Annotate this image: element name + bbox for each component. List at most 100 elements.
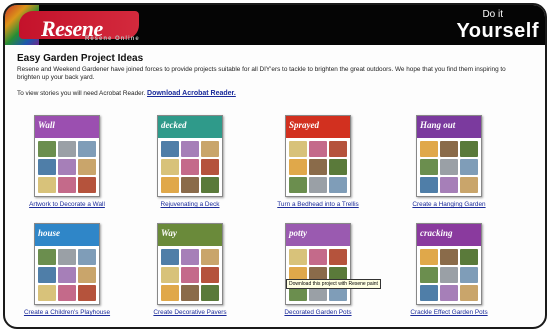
cover-photo-tile [181,141,199,157]
cover-photo-tile [161,249,179,265]
cover-photo-tile [289,159,307,175]
cover-photo-tile [161,141,179,157]
tooltip: Download this project with Resene paint [286,279,381,289]
cover-photo-tile [58,177,76,193]
project-card[interactable]: house Create a Children's Playhouse [17,223,117,316]
cover-title: house [38,228,61,238]
cover-title: Sprayed [289,120,319,130]
cover-title: Way [161,228,177,238]
acrobat-note: To view stories you will need Acrobat Re… [17,90,537,97]
project-card[interactable]: potty Decorated Garden Pots Download thi… [268,223,381,316]
project-card[interactable]: decked Rejuvenating a Deck [140,115,240,208]
download-acrobat-link[interactable]: Download Acrobat Reader. [147,90,236,97]
cover-title: cracking [420,228,453,238]
cover-photo-tile [181,177,199,193]
cover-photo-tile [309,141,327,157]
cover-photos [289,249,347,301]
project-cover-image[interactable]: cracking [416,223,482,305]
project-link[interactable]: Artwork to Decorate a Wall [17,201,117,208]
cover-title: potty [289,228,307,238]
cover-photo-tile [329,249,347,265]
cover-photo-tile [78,285,96,301]
cover-photo-tile [440,267,458,283]
cover-photo-tile [420,159,438,175]
project-card[interactable]: Hang out Create a Hanging Garden [399,115,499,208]
project-cover-image[interactable]: potty [285,223,351,305]
cover-photo-tile [181,159,199,175]
cover-photo-tile [309,177,327,193]
cover-photo-tile [161,267,179,283]
cover-photo-tile [181,285,199,301]
cover-photo-tile [181,249,199,265]
project-card[interactable]: Wall Artwork to Decorate a Wall [17,115,117,208]
project-link[interactable]: Rejuvenating a Deck [140,201,240,208]
cover-title: decked [161,120,187,130]
project-link[interactable]: Create a Hanging Garden [399,201,499,208]
project-cover-image[interactable]: Hang out [416,115,482,197]
cover-photo-tile [289,141,307,157]
cover-photo-tile [201,177,219,193]
cover-photos [38,141,96,193]
cover-photo-tile [161,159,179,175]
project-link[interactable]: Crackle Effect Garden Pots [399,309,499,316]
cover-photo-tile [201,159,219,175]
cover-photo-tile [38,249,56,265]
cover-photo-tile [78,177,96,193]
cover-photo-tile [201,141,219,157]
cover-photo-tile [460,267,478,283]
project-card[interactable]: Way Create Decorative Pavers [140,223,240,316]
cover-photo-tile [38,159,56,175]
project-link[interactable]: Decorated Garden Pots [268,309,368,316]
cover-photo-tile [78,267,96,283]
cover-photo-tile [38,177,56,193]
cover-photo-tile [460,177,478,193]
project-cover-image[interactable]: house [34,223,100,305]
cover-photos [420,249,478,301]
project-cover-image[interactable]: decked [157,115,223,197]
cover-photos [161,249,219,301]
cover-photo-tile [58,141,76,157]
cover-photo-tile [440,249,458,265]
cover-photo-tile [289,249,307,265]
cover-photo-tile [38,285,56,301]
cover-photo-tile [58,159,76,175]
cover-title: Hang out [420,120,456,130]
cover-photo-tile [78,159,96,175]
cover-photo-tile [460,159,478,175]
project-cover-image[interactable]: Wall [34,115,100,197]
cover-photo-tile [58,267,76,283]
cover-title: Wall [38,120,55,130]
tagline-big: Yourself [456,20,539,42]
cover-photo-tile [420,267,438,283]
main-content: Easy Garden Project Ideas Resene and Wee… [17,53,537,316]
project-cover-image[interactable]: Way [157,223,223,305]
cover-photo-tile [420,141,438,157]
resene-logo[interactable]: Resene [19,11,139,41]
cover-photo-tile [440,177,458,193]
cover-photo-tile [78,141,96,157]
cover-photo-tile [440,159,458,175]
site-header: Resene Resene Online Do it Yourself [5,5,545,45]
project-card[interactable]: cracking Crackle Effect Garden Pots [399,223,499,316]
cover-photo-tile [420,285,438,301]
cover-photo-tile [161,177,179,193]
intro-text: Resene and Weekend Gardener have joined … [17,66,506,81]
project-card[interactable]: Sprayed Turn a Bedhead into a Trellis [268,115,368,208]
cover-photo-tile [38,267,56,283]
project-link[interactable]: Turn a Bedhead into a Trellis [268,201,368,208]
project-cover-image[interactable]: Sprayed [285,115,351,197]
cover-photos [38,249,96,301]
logo-subtitle: Resene Online [85,36,140,42]
cover-photo-tile [161,285,179,301]
project-link[interactable]: Create Decorative Pavers [140,309,240,316]
acrobat-note-text: To view stories you will need Acrobat Re… [17,90,146,97]
cover-photo-tile [440,285,458,301]
project-link[interactable]: Create a Children's Playhouse [17,309,117,316]
cover-photos [289,141,347,193]
cover-photo-tile [309,249,327,265]
cover-photo-tile [329,141,347,157]
cover-photo-tile [201,249,219,265]
cover-photo-tile [289,177,307,193]
cover-photo-tile [201,267,219,283]
cover-photo-tile [329,177,347,193]
